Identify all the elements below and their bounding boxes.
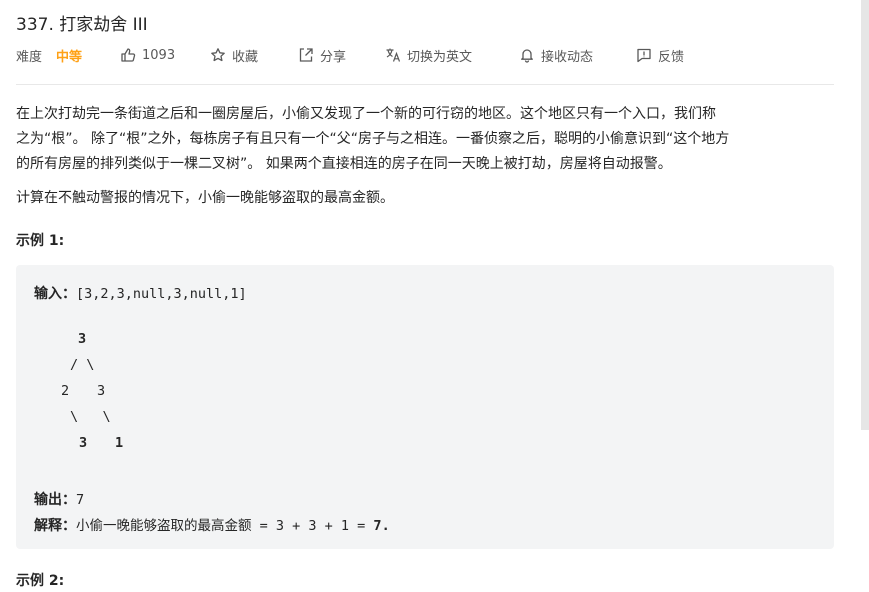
divider xyxy=(16,84,834,85)
like-count: 1093 xyxy=(142,47,176,63)
description-line: 的所有房屋的排列类似于一棵二叉树”。 如果两个直接相连的房子在同一天晚上被打劫，… xyxy=(16,156,672,172)
explanation-result: 7 xyxy=(373,518,382,534)
star-icon xyxy=(210,47,226,63)
example-input-line: 输入：[3,2,3,null,3,null,1] xyxy=(34,283,247,303)
explanation-end: . xyxy=(381,518,390,534)
favorite-label: 收藏 xyxy=(232,49,259,65)
input-value: [3,2,3,null,3,null,1] xyxy=(76,286,247,302)
feedback-button[interactable]: 反馈 xyxy=(636,44,684,66)
example-1-codebox: 输入：[3,2,3,null,3,null,1] 3 / \ 2 3 \ \ 3… xyxy=(16,265,834,549)
input-label: 输入： xyxy=(34,286,76,302)
tree-node: 2 xyxy=(61,383,70,399)
scrollbar[interactable] xyxy=(861,0,869,430)
subscribe-label: 接收动态 xyxy=(541,49,594,65)
translate-icon xyxy=(385,47,401,63)
switch-language-button[interactable]: 切换为英文 xyxy=(385,44,472,66)
example-2-title: 示例 2: xyxy=(16,573,65,589)
share-button[interactable]: 分享 xyxy=(298,44,346,66)
problem-meta-bar: 难度 中等 1093 收藏 分享 切换为英文 接收动态 反馈 xyxy=(16,44,834,66)
share-icon xyxy=(298,47,314,63)
tree-edges: / \ xyxy=(70,357,95,373)
tree-node: 3 xyxy=(78,331,87,347)
tree-diagram: 3 / \ 2 3 \ \ 3 1 xyxy=(34,331,123,475)
explanation-text: 小偷一晚能够盗取的最高金额 = 3 + 3 + 1 = xyxy=(76,518,374,534)
subscribe-button[interactable]: 接收动态 xyxy=(519,44,593,66)
difficulty-label: 难度 xyxy=(16,49,43,65)
output-value: 7 xyxy=(76,492,85,508)
tree-node: 1 xyxy=(115,435,124,451)
favorite-button[interactable]: 收藏 xyxy=(210,44,258,66)
output-label: 输出： xyxy=(34,492,76,508)
difficulty-indicator: 难度 中等 xyxy=(16,44,82,66)
tree-edges: \ \ xyxy=(70,409,111,425)
description-line: 之为“根”。 除了“根”之外，每栋房子有且只有一个“父“房子与之相连。一番侦察之… xyxy=(16,131,730,147)
share-label: 分享 xyxy=(320,49,347,65)
explanation-label: 解释： xyxy=(34,518,76,534)
feedback-icon xyxy=(636,47,652,63)
thumb-up-icon xyxy=(120,47,136,63)
feedback-label: 反馈 xyxy=(658,49,685,65)
tree-node: 3 xyxy=(97,383,106,399)
example-output-line: 输出：7 xyxy=(34,489,84,509)
description-line: 在上次打劫完一条街道之后和一圈房屋后，小偷又发现了一个新的可行窃的地区。这个地区… xyxy=(16,106,716,122)
example-explanation-line: 解释：小偷一晚能够盗取的最高金额 = 3 + 3 + 1 = 7. xyxy=(34,514,390,535)
description-paragraph: 在上次打劫完一条街道之后和一圈房屋后，小偷又发现了一个新的可行窃的地区。这个地区… xyxy=(16,102,834,177)
problem-title: 337. 打家劫舍 III xyxy=(16,15,148,35)
tree-node: 3 xyxy=(79,435,88,451)
example-1-title: 示例 1: xyxy=(16,233,65,249)
like-button[interactable]: 1093 xyxy=(120,44,175,66)
bell-icon xyxy=(519,47,535,63)
switch-language-label: 切换为英文 xyxy=(407,49,473,65)
task-statement: 计算在不触动警报的情况下，小偷一晚能够盗取的最高金额。 xyxy=(16,190,394,206)
difficulty-value: 中等 xyxy=(56,49,83,65)
